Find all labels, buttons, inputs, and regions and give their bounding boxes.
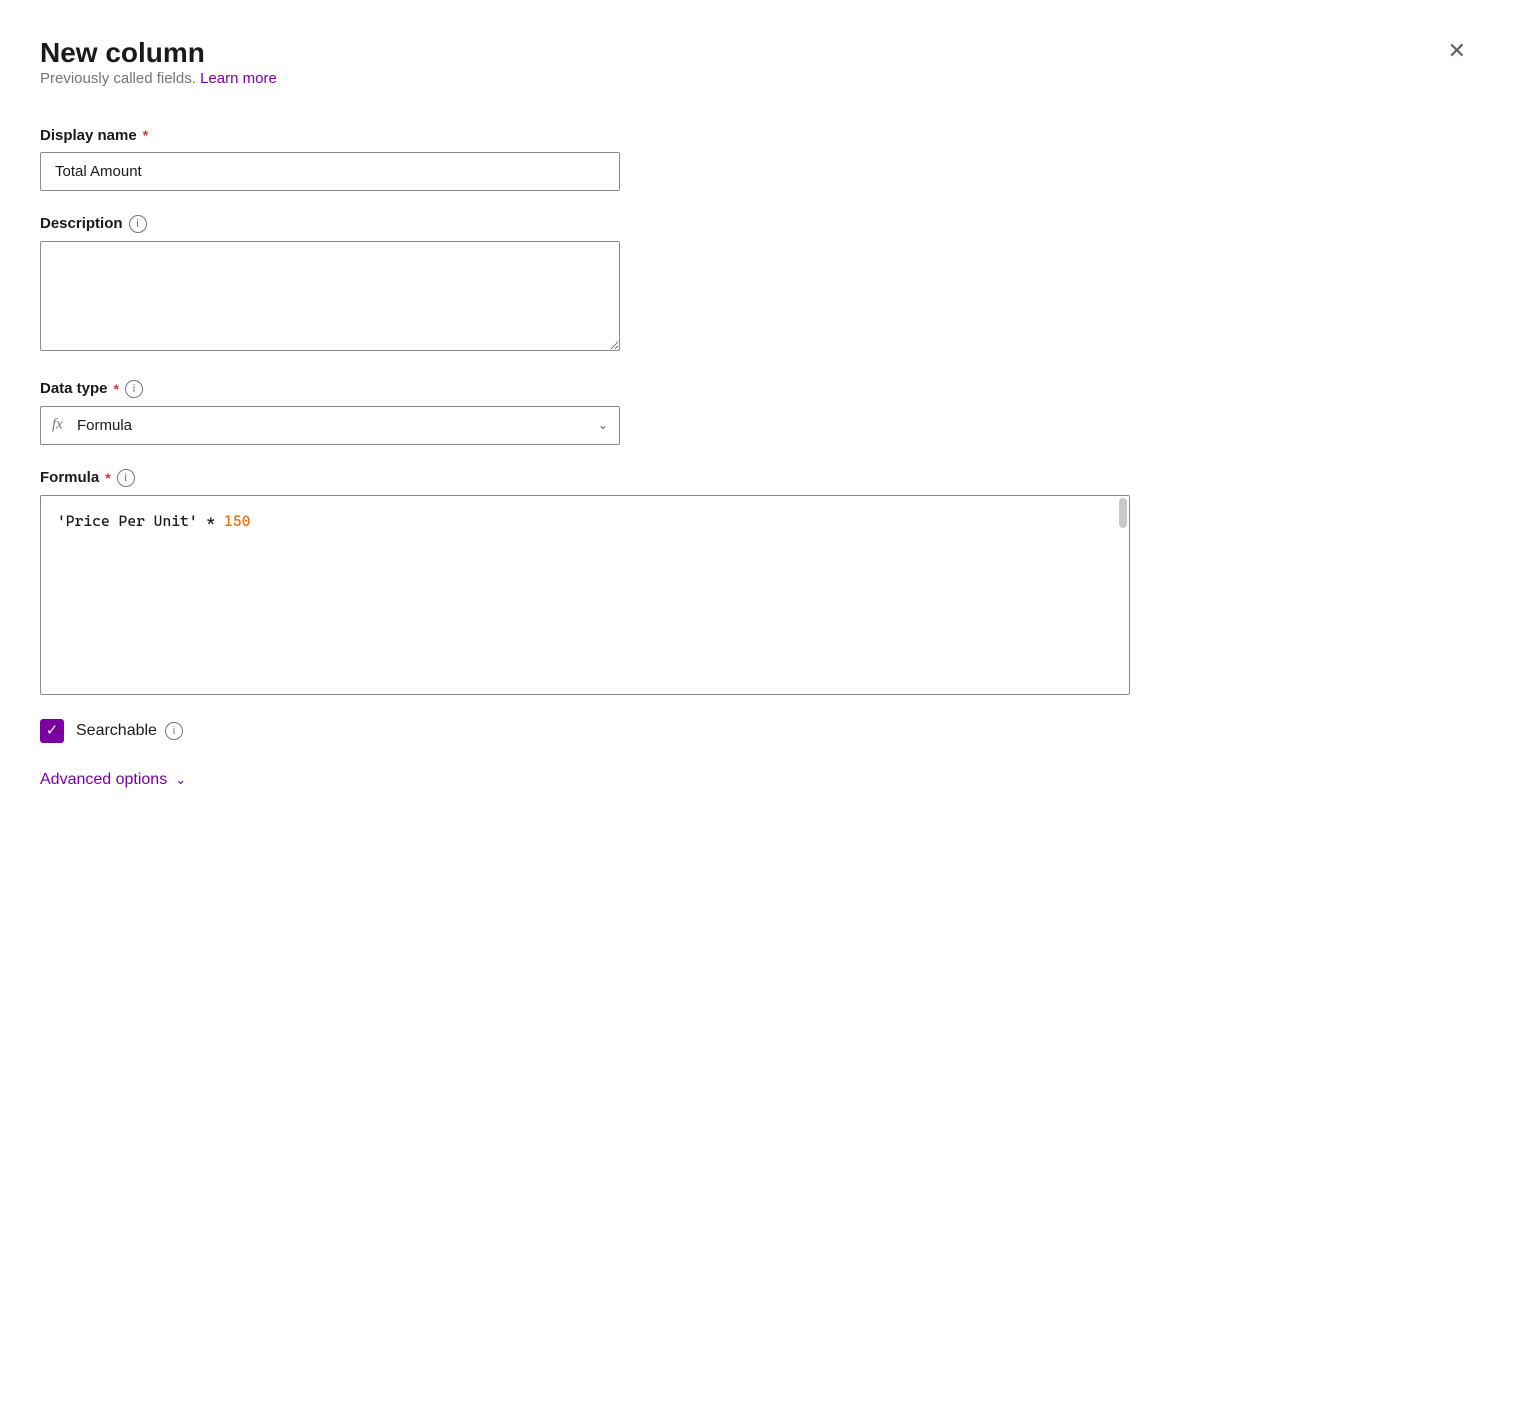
display-name-input[interactable] (40, 152, 620, 191)
data-type-info-icon: i (125, 380, 143, 398)
data-type-select[interactable]: Formula Text Number Date Lookup Choice (40, 406, 620, 445)
formula-label: Formula * i (40, 469, 1474, 487)
advanced-options-link[interactable]: Advanced options (40, 771, 167, 789)
data-type-select-wrapper: fx Formula Text Number Date Lookup Choic… (40, 406, 620, 445)
searchable-checkbox[interactable]: ✓ (40, 719, 64, 743)
panel-header: New column Previously called fields. Lea… (40, 36, 1474, 119)
searchable-info-icon: i (165, 722, 183, 740)
searchable-row: ✓ Searchable i (40, 719, 1474, 743)
display-name-section: Display name * (40, 127, 1474, 191)
new-column-panel: New column Previously called fields. Lea… (0, 0, 1514, 1412)
formula-string-part: 'Price Per Unit' * (57, 512, 224, 530)
data-type-required: * (114, 381, 119, 397)
formula-scrollbar[interactable] (1119, 498, 1127, 528)
formula-number-part: 150 (224, 512, 250, 530)
learn-more-link[interactable]: Learn more (200, 70, 277, 87)
formula-required: * (105, 470, 110, 486)
description-input[interactable] (40, 241, 620, 351)
display-name-required: * (143, 127, 148, 143)
advanced-options-chevron-icon: ⌄ (175, 772, 186, 788)
panel-title: New column (40, 36, 277, 70)
formula-input-wrapper[interactable]: 'Price Per Unit' * 150 (40, 495, 1130, 695)
display-name-label: Display name * (40, 127, 1474, 144)
formula-content: 'Price Per Unit' * 150 (57, 510, 1113, 533)
description-label: Description i (40, 215, 1474, 233)
data-type-label: Data type * i (40, 380, 1474, 398)
formula-section: Formula * i 'Price Per Unit' * 150 (40, 469, 1474, 695)
data-type-section: Data type * i fx Formula Text Number Dat… (40, 380, 1474, 445)
panel-title-area: New column Previously called fields. Lea… (40, 36, 277, 119)
checkmark-icon: ✓ (46, 723, 59, 738)
description-info-icon: i (129, 215, 147, 233)
searchable-label: Searchable i (76, 722, 183, 740)
formula-info-icon: i (117, 469, 135, 487)
advanced-options-row[interactable]: Advanced options ⌄ (40, 771, 1474, 789)
panel-subtitle: Previously called fields. Learn more (40, 70, 277, 87)
description-section: Description i (40, 215, 1474, 356)
close-button[interactable]: ✕ (1440, 36, 1474, 66)
